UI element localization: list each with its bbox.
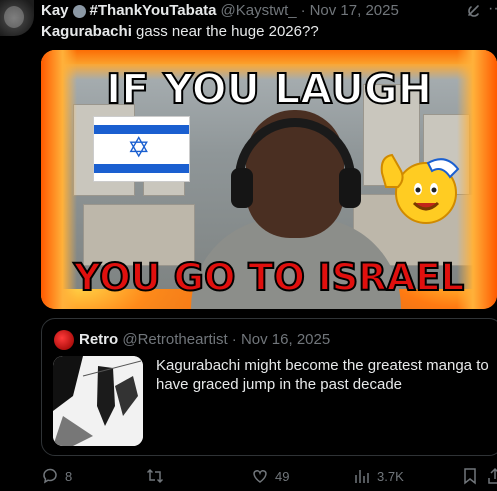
grok-icon[interactable] xyxy=(466,3,482,19)
author-name[interactable]: Kay xyxy=(41,2,69,20)
thumbs-up-emoji-icon xyxy=(380,153,460,224)
tweet-text-bold: Kagurabachi xyxy=(41,23,132,40)
flag-star: ✡ xyxy=(127,132,151,163)
israel-flag-icon: ✡ xyxy=(93,116,190,182)
like-button[interactable]: 49 xyxy=(251,467,289,485)
author-avatar[interactable] xyxy=(0,0,34,36)
quoted-header: Retro @Retrotheartist · Nov 16, 2025 xyxy=(79,330,330,349)
tweet-date[interactable]: Nov 17, 2025 xyxy=(310,2,399,20)
quoted-separator: · xyxy=(231,331,237,348)
quoted-author-avatar xyxy=(54,330,74,350)
view-count: 3.7K xyxy=(377,468,404,484)
tweet-header: Kay #ThankYouTabata @Kaystwt_ · Nov 17, … xyxy=(41,2,399,20)
tweet-text-rest: gass near the huge 2026?? xyxy=(131,23,319,40)
tweet-actions: 8 49 3.7K xyxy=(41,467,497,491)
share-icon xyxy=(488,467,497,484)
bookmark-icon xyxy=(464,468,476,485)
views-button[interactable]: 3.7K xyxy=(353,467,404,485)
quoted-author-handle: @Retrotheartist xyxy=(122,331,228,348)
author-hashtag[interactable]: #ThankYouTabata xyxy=(90,2,217,20)
retweet-icon xyxy=(146,468,164,484)
views-icon xyxy=(355,470,369,483)
heart-icon xyxy=(253,470,267,483)
reply-count: 8 xyxy=(65,468,73,484)
reply-icon xyxy=(43,468,57,484)
verified-badge-icon xyxy=(72,4,86,18)
more-options-button[interactable]: ··· xyxy=(488,0,497,18)
reply-button[interactable]: 8 xyxy=(41,467,72,485)
tweet-media-image[interactable]: ✡ IF YOU LAUGH YOU GO TO ISRAEL xyxy=(41,50,497,309)
caption-top: IF YOU LAUGH xyxy=(105,65,433,113)
retweet-button[interactable] xyxy=(146,467,170,485)
tweet-text: Kagurabachi gass near the huge 2026?? xyxy=(41,22,319,41)
bookmark-button[interactable] xyxy=(461,467,479,485)
header-separator: · xyxy=(300,2,306,19)
author-handle[interactable]: @Kaystwt_ xyxy=(221,2,297,20)
quoted-tweet[interactable]: Retro @Retrotheartist · Nov 16, 2025 Kag… xyxy=(41,318,497,456)
quoted-author-name: Retro xyxy=(79,331,119,348)
like-count: 49 xyxy=(275,468,290,484)
quoted-date: Nov 16, 2025 xyxy=(240,331,331,348)
quoted-media-thumbnail xyxy=(53,356,143,446)
caption-bottom: YOU GO TO ISRAEL xyxy=(73,255,466,300)
quoted-text: Kagurabachi might become the greatest ma… xyxy=(156,357,489,393)
share-button[interactable] xyxy=(486,467,497,485)
